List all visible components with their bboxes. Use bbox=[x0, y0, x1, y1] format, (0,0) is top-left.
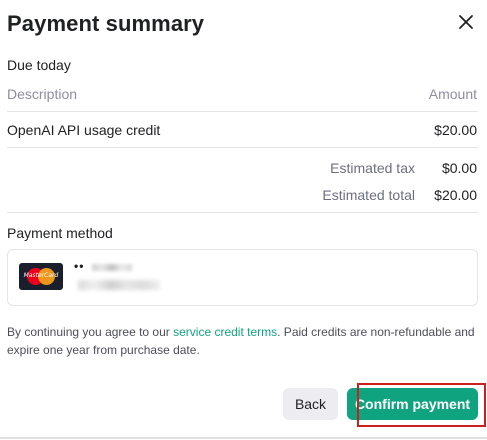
payment-method-card[interactable]: MasterCard •• bbox=[7, 249, 478, 306]
divider bbox=[7, 111, 478, 112]
redacted-card-number bbox=[92, 264, 132, 271]
back-button[interactable]: Back bbox=[283, 388, 338, 420]
estimated-total-label: Estimated total bbox=[322, 187, 415, 203]
column-header-description: Description bbox=[7, 86, 78, 102]
line-item-amount: $20.00 bbox=[434, 122, 477, 138]
service-credit-terms-link[interactable]: service credit terms bbox=[173, 325, 277, 339]
dialog-title: Payment summary bbox=[7, 11, 205, 36]
payment-method-heading: Payment method bbox=[7, 225, 113, 241]
close-icon[interactable] bbox=[456, 12, 476, 32]
mastercard-icon: MasterCard bbox=[19, 263, 63, 290]
estimated-tax-value: $0.00 bbox=[441, 160, 477, 176]
terms-notice: By continuing you agree to our service c… bbox=[7, 323, 477, 359]
estimated-tax-label: Estimated tax bbox=[330, 160, 415, 176]
confirm-payment-button[interactable]: Confirm payment bbox=[347, 388, 478, 420]
card-number-mask: •• bbox=[74, 259, 85, 273]
divider bbox=[7, 212, 478, 213]
line-item-description: OpenAI API usage credit bbox=[7, 122, 161, 138]
card-brand-text: MasterCard bbox=[23, 272, 59, 279]
redacted-card-details bbox=[78, 280, 160, 290]
terms-prefix: By continuing you agree to our bbox=[7, 325, 174, 339]
estimated-total-value: $20.00 bbox=[434, 187, 477, 203]
divider bbox=[0, 437, 487, 439]
payment-summary-dialog: Payment summary Due today Description Am… bbox=[0, 0, 487, 440]
divider bbox=[7, 147, 478, 148]
column-header-amount: Amount bbox=[428, 86, 477, 102]
due-today-heading: Due today bbox=[7, 57, 71, 73]
